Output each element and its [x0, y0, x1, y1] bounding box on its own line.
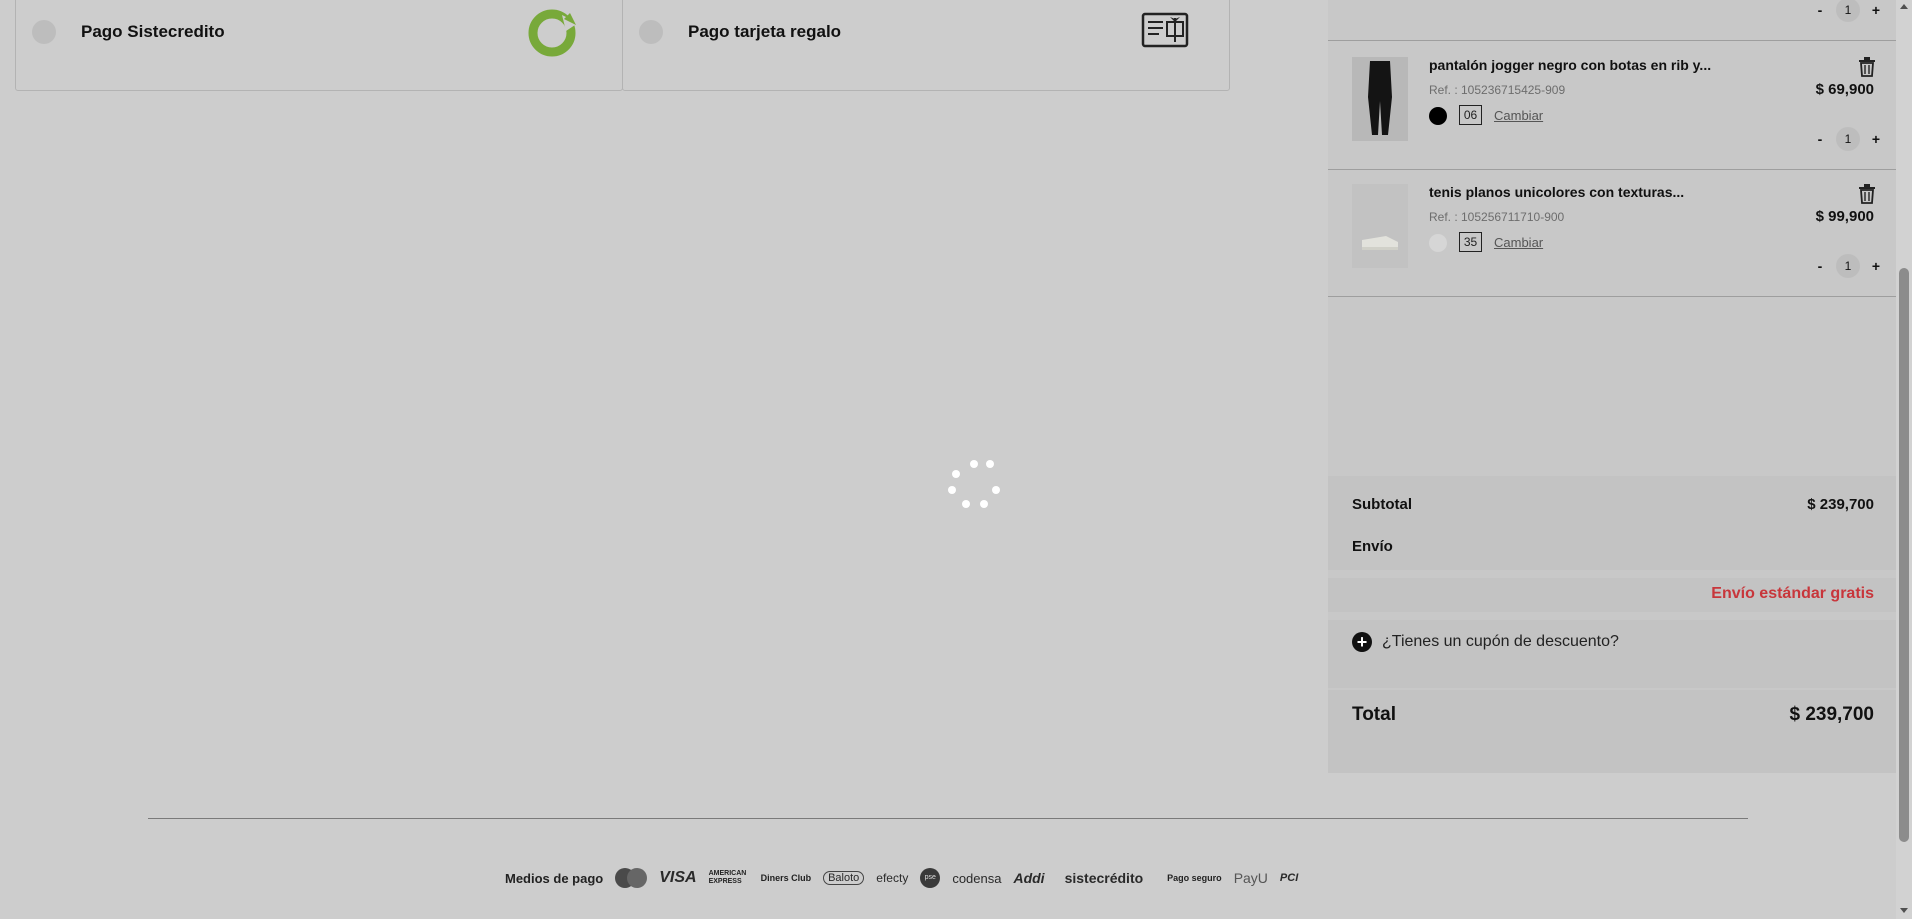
- payu-logo: PayU: [1233, 870, 1268, 886]
- radio-button[interactable]: [32, 20, 56, 44]
- product-ref: Ref. : 105256711710-900: [1429, 210, 1565, 224]
- product-price: $ 69,900: [1815, 81, 1874, 98]
- increase-qty-button[interactable]: +: [1870, 258, 1882, 274]
- addi-logo: Addi: [1013, 870, 1045, 886]
- trash-icon[interactable]: [1858, 57, 1876, 77]
- pci-logo: PCI: [1279, 872, 1299, 884]
- increase-qty-button[interactable]: +: [1870, 2, 1882, 18]
- subtotal-value: $ 239,700: [1807, 496, 1874, 513]
- mastercard-icon: [615, 868, 648, 888]
- efecty-logo: efecty: [876, 871, 909, 885]
- radio-button[interactable]: [639, 20, 663, 44]
- change-size-link[interactable]: Cambiar: [1494, 235, 1543, 250]
- product-ref: Ref. : 105236715425-909: [1429, 83, 1566, 97]
- cart-item: - 1 +: [1328, 0, 1896, 41]
- cart-item: tenis planos unicolores con texturas... …: [1328, 170, 1896, 297]
- product-price: $ 99,900: [1815, 208, 1874, 225]
- scroll-up-arrow-icon[interactable]: [1900, 4, 1908, 9]
- quantity-stepper[interactable]: - 1 +: [1814, 0, 1882, 22]
- plus-circle-icon[interactable]: +: [1352, 632, 1372, 652]
- shipping-label: Envío: [1352, 538, 1393, 555]
- cart-panel: - 1 + pantalón jogger negro con botas en…: [1328, 0, 1896, 773]
- change-size-link[interactable]: Cambiar: [1494, 108, 1543, 123]
- size-badge: 06: [1459, 105, 1482, 125]
- shipping-info: Envío estándar gratis: [1328, 578, 1896, 612]
- coupon-toggle[interactable]: + ¿Tienes un cupón de descuento?: [1328, 620, 1896, 688]
- spinner-icon: [948, 460, 1000, 512]
- payment-methods-footer: Medios de pago VISA AMERICAN EXPRESS Din…: [505, 864, 1298, 892]
- total-value: $ 239,700: [1789, 704, 1874, 725]
- qty-value: 1: [1836, 0, 1860, 22]
- baloto-logo: Baloto: [823, 871, 865, 885]
- diners-logo: Diners Club: [760, 873, 812, 883]
- decrease-qty-button[interactable]: -: [1814, 131, 1826, 147]
- scroll-down-arrow-icon[interactable]: [1900, 908, 1908, 913]
- codensa-logo: codensa: [952, 870, 1002, 886]
- color-swatch: [1429, 234, 1447, 252]
- payment-methods-label: Medios de pago: [505, 870, 604, 886]
- color-swatch: [1429, 107, 1447, 125]
- subtotal-label: Subtotal: [1352, 496, 1412, 513]
- cart-item: pantalón jogger negro con botas en rib y…: [1328, 43, 1896, 170]
- product-name[interactable]: tenis planos unicolores con texturas...: [1429, 184, 1684, 200]
- increase-qty-button[interactable]: +: [1870, 131, 1882, 147]
- quantity-stepper[interactable]: - 1 +: [1814, 254, 1882, 278]
- subtotal-row: Subtotal $ 239,700: [1352, 496, 1874, 513]
- vertical-scrollbar[interactable]: [1896, 0, 1912, 919]
- qty-value: 1: [1836, 254, 1860, 278]
- footer-divider: [148, 818, 1748, 819]
- trash-icon[interactable]: [1858, 184, 1876, 204]
- order-summary: Subtotal $ 239,700 Envío: [1328, 476, 1896, 570]
- payment-option-label: Pago tarjeta regalo: [688, 22, 842, 41]
- coupon-label[interactable]: ¿Tienes un cupón de descuento?: [1382, 633, 1619, 651]
- sistecredito-logo-icon: [526, 5, 582, 61]
- shipping-row: Envío: [1352, 538, 1874, 555]
- product-image: [1352, 184, 1408, 268]
- amex-logo: AMERICAN EXPRESS: [708, 870, 747, 885]
- qty-value: 1: [1836, 127, 1860, 151]
- payment-option-label: Pago Sistecredito: [81, 22, 225, 41]
- decrease-qty-button[interactable]: -: [1814, 2, 1826, 18]
- pse-logo: pse: [920, 868, 941, 888]
- product-image: [1352, 57, 1408, 141]
- secure-payment-label: Pago seguro: [1167, 873, 1222, 883]
- scrollbar-thumb[interactable]: [1899, 268, 1909, 842]
- gift-card-icon: [1141, 12, 1189, 48]
- size-badge: 35: [1459, 232, 1482, 252]
- quantity-stepper[interactable]: - 1 +: [1814, 127, 1882, 151]
- total-label: Total: [1352, 704, 1396, 725]
- payment-option-gift-card[interactable]: Pago tarjeta regalo: [622, 0, 1230, 91]
- total-row: Total $ 239,700: [1328, 690, 1896, 773]
- sistecredito-footer-logo: sistecrédito: [1064, 870, 1144, 886]
- visa-logo: VISA: [659, 869, 697, 886]
- payment-option-sistecredito[interactable]: Pago Sistecredito: [15, 0, 623, 91]
- product-name[interactable]: pantalón jogger negro con botas en rib y…: [1429, 57, 1711, 73]
- shipping-value: Envío estándar gratis: [1711, 585, 1874, 602]
- decrease-qty-button[interactable]: -: [1814, 258, 1826, 274]
